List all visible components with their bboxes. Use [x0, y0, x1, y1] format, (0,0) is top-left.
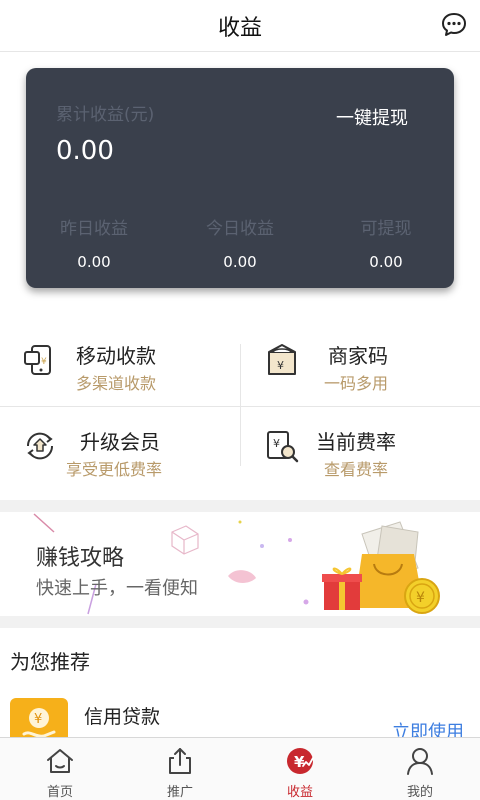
function-name: 商家码: [328, 344, 388, 368]
merchant-code-entry[interactable]: ¥ 商家码 一码多用: [240, 322, 480, 400]
upgrade-member-entry[interactable]: 升级会员 享受更低费率: [0, 408, 240, 486]
total-earnings-label: 累计收益(元): [56, 105, 155, 125]
function-subtitle: 查看费率: [324, 460, 389, 479]
svg-text:¥: ¥: [34, 712, 42, 727]
merchant-code-icon: ¥: [268, 344, 296, 375]
stat-label: 可提现: [360, 219, 412, 239]
rate-search-icon: ¥: [267, 431, 299, 463]
tab-earnings[interactable]: ¥ 收益: [240, 738, 360, 800]
user-icon: [407, 748, 433, 775]
money-guide-banner[interactable]: ¥ 赚钱攻略 快速上手，一看便知: [0, 512, 480, 616]
list-item[interactable]: ¥ 信用贷款 立即使用: [0, 690, 480, 750]
stat-value: 0.00: [369, 253, 403, 271]
function-grid: ¥ 移动收款 多渠道收款 ¥ 商家码 一码多用 升级会员 享受更低费率 ¥ 当前…: [0, 322, 480, 482]
top-bar: 收益: [0, 0, 480, 52]
function-name: 移动收款: [76, 344, 156, 368]
mobile-payment-icon: ¥: [24, 345, 51, 375]
stat-label: 昨日收益: [60, 219, 128, 239]
svg-text:¥: ¥: [294, 753, 305, 771]
svg-text:¥: ¥: [277, 359, 284, 372]
total-earnings-value: 0.00: [56, 136, 114, 166]
withdrawable-earnings: 可提现 0.00: [326, 214, 446, 271]
svg-text:¥: ¥: [416, 590, 425, 606]
item-name: 信用贷款: [84, 706, 161, 728]
svg-text:¥: ¥: [41, 357, 47, 367]
tab-home[interactable]: 首页: [0, 738, 120, 800]
yesterday-earnings: 昨日收益 0.00: [34, 214, 154, 271]
tab-label: 首页: [46, 785, 73, 800]
stat-label: 今日收益: [206, 219, 274, 239]
current-rate-entry[interactable]: ¥ 当前费率 查看费率: [240, 408, 480, 486]
tab-promote[interactable]: 推广: [120, 738, 240, 800]
section-separator: [0, 616, 480, 628]
section-separator: [0, 500, 480, 512]
stat-value: 0.00: [223, 253, 257, 271]
banner-subtitle: 快速上手，一看便知: [36, 578, 198, 599]
today-earnings: 今日收益 0.00: [180, 214, 300, 271]
tab-mine[interactable]: 我的: [360, 738, 480, 800]
earnings-card: 累计收益(元) 0.00 一键提现 昨日收益 0.00 今日收益 0.00 可提…: [26, 68, 454, 288]
tab-label: 收益: [286, 785, 313, 800]
home-icon: [47, 749, 73, 773]
tab-label: 推广: [166, 785, 193, 800]
svg-text:¥: ¥: [273, 437, 280, 450]
share-icon: [169, 748, 191, 774]
divider: [0, 406, 480, 407]
tab-label: 我的: [406, 785, 433, 800]
function-subtitle: 享受更低费率: [66, 460, 163, 479]
function-subtitle: 一码多用: [324, 374, 389, 393]
function-name: 当前费率: [316, 430, 396, 454]
stat-value: 0.00: [77, 253, 111, 271]
bottom-tab-bar: 首页 推广 ¥ 收益 我的: [0, 737, 480, 800]
mobile-payment-entry[interactable]: ¥ 移动收款 多渠道收款: [0, 322, 240, 400]
function-subtitle: 多渠道收款: [76, 374, 157, 393]
upgrade-icon: [26, 432, 54, 460]
page-title: 收益: [217, 16, 262, 41]
banner-title: 赚钱攻略: [36, 546, 125, 571]
withdraw-button[interactable]: 一键提现: [336, 104, 408, 130]
function-name: 升级会员: [80, 430, 160, 454]
chat-bubble-icon[interactable]: [440, 11, 468, 39]
recommend-heading: 为您推荐: [10, 650, 90, 674]
earnings-icon: ¥: [287, 748, 314, 774]
